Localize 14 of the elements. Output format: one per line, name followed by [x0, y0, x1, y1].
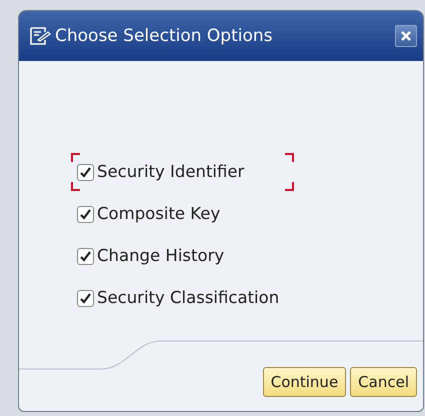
- close-button[interactable]: [395, 25, 417, 47]
- check-mark-icon: [79, 292, 92, 304]
- check-mark-icon: [79, 208, 92, 220]
- check-mark-icon: [79, 250, 92, 262]
- checkbox-option[interactable]: Security Identifier: [71, 153, 294, 191]
- dialog-button[interactable]: Continue: [262, 367, 346, 397]
- checkbox-option[interactable]: Change History: [71, 237, 224, 275]
- close-icon: [400, 30, 412, 42]
- dialog-title: Choose Selection Options: [55, 26, 274, 46]
- checkbox-option[interactable]: Security Classification: [71, 279, 280, 317]
- check-mark-icon: [79, 166, 92, 178]
- edit-window-icon: [29, 26, 51, 46]
- dialog-button[interactable]: Cancel: [350, 367, 417, 397]
- checkbox-option[interactable]: Composite Key: [71, 195, 220, 233]
